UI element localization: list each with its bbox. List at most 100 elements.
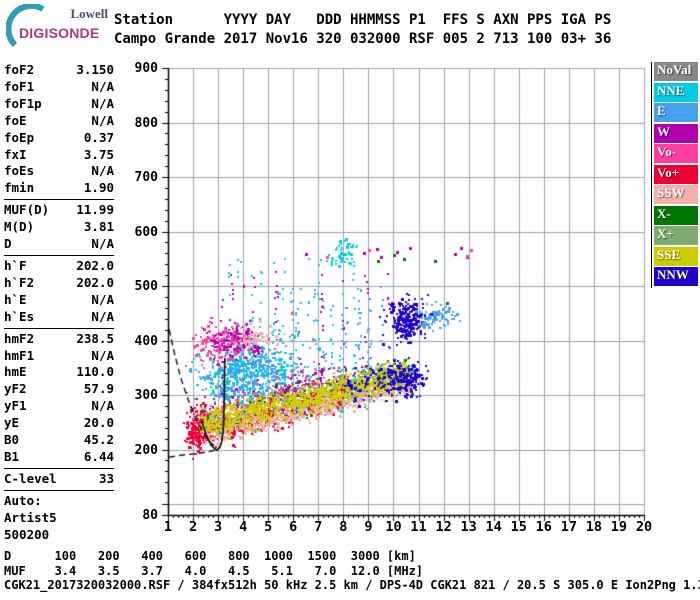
x-tick-label: 12 xyxy=(435,519,452,535)
panel-separator xyxy=(4,199,114,201)
x-tick-label: 17 xyxy=(560,519,577,535)
param-label: D xyxy=(4,236,12,252)
x-tick-label: 18 xyxy=(585,519,603,535)
x-tick-label: 14 xyxy=(485,519,502,535)
legend-item-e: E xyxy=(654,103,698,122)
param-row: B1 6.44 xyxy=(4,449,114,466)
param-value: N/A xyxy=(91,291,114,307)
legend-item-ssw: SSW xyxy=(654,185,698,204)
param-label: foE xyxy=(4,112,27,128)
param-label: fmin xyxy=(4,180,35,196)
param-row: yE 20.0 xyxy=(4,415,114,432)
param-label: foEs xyxy=(4,163,35,179)
param-label: B0 xyxy=(4,432,20,448)
param-row: fxI 3.75 xyxy=(4,147,114,164)
panel-separator xyxy=(4,327,114,329)
x-tick-label: 11 xyxy=(410,519,427,535)
param-row: hmF1 N/A xyxy=(4,348,114,365)
param-label: hmE xyxy=(4,364,27,380)
param-row: yF2 57.9 xyxy=(4,381,114,398)
param-row: h`Es N/A xyxy=(4,309,114,326)
param-row: hmF2 238.5 xyxy=(4,331,114,348)
param-row: h`E N/A xyxy=(4,292,114,309)
digisonde-ionogram-screen: Lowell DIGISONDE Station YYYY DAY DDD HH… xyxy=(0,0,700,600)
panel-footer-line: Artist5 xyxy=(4,509,57,525)
y-tick-label: 80 xyxy=(142,508,158,523)
panel-separator xyxy=(4,254,114,256)
legend-item-sse: SSE xyxy=(654,246,698,266)
param-value: 11.99 xyxy=(76,202,114,218)
param-row: B0 45.2 xyxy=(4,432,114,449)
x-tick-label: 7 xyxy=(314,519,323,535)
param-label: hmF1 xyxy=(4,347,35,363)
x-tick-label: 13 xyxy=(460,519,477,535)
param-label: hmF2 xyxy=(4,330,35,346)
y-tick-label: 700 xyxy=(134,170,158,186)
x-tick-label: 5 xyxy=(264,519,273,535)
param-row: foEs N/A xyxy=(4,163,114,180)
param-row: h`F2 202.0 xyxy=(4,275,114,292)
param-value: N/A xyxy=(91,95,114,111)
param-row: M(D) 3.81 xyxy=(4,219,114,236)
y-tick-label: 800 xyxy=(134,115,158,131)
legend-item-vo: Vo+ xyxy=(654,164,698,184)
param-row: D N/A xyxy=(4,236,114,253)
param-row: foF2 3.150 xyxy=(4,62,114,79)
y-tick-label: 400 xyxy=(134,333,158,349)
param-value: 20.0 xyxy=(83,415,114,431)
param-label: C-level xyxy=(4,470,57,486)
y-tick-label: 600 xyxy=(134,224,158,240)
param-label: foEp xyxy=(4,129,35,145)
legend-item-vo: Vo- xyxy=(654,144,698,163)
param-value: N/A xyxy=(91,163,114,179)
param-value: 202.0 xyxy=(76,257,114,273)
param-label: yF2 xyxy=(4,381,27,397)
x-tick-label: 10 xyxy=(385,519,402,535)
header-values-line: Campo Grande 2017 Nov16 320 032000 RSF 0… xyxy=(114,30,612,47)
param-label: yE xyxy=(4,415,20,431)
param-value: N/A xyxy=(91,78,114,94)
x-tick-label: 3 xyxy=(214,519,223,535)
x-tick-label: 2 xyxy=(188,519,198,535)
param-label: B1 xyxy=(4,448,20,464)
param-label: h`F2 xyxy=(4,274,35,290)
x-tick-label: 16 xyxy=(535,519,552,535)
param-value: 1.90 xyxy=(83,180,114,196)
muf-row: MUF 3.4 3.5 3.7 4.0 4.5 5.1 7.0 12.0 [MH… xyxy=(4,563,424,578)
param-value: 33 xyxy=(98,470,114,486)
legend-item-x: X+ xyxy=(654,226,698,245)
param-value: 3.81 xyxy=(83,219,114,235)
param-row: hmE 110.0 xyxy=(4,364,114,381)
legend-item-noval: NoVal xyxy=(654,62,698,81)
param-label: yF1 xyxy=(4,398,27,414)
y-tick-label: 300 xyxy=(134,388,158,404)
x-tick-label: 15 xyxy=(510,519,527,535)
param-value: 3.75 xyxy=(83,146,114,162)
header-columns-line: Station YYYY DAY DDD HHMMSS P1 FFS S AXN… xyxy=(114,12,612,28)
param-value: 110.0 xyxy=(76,364,114,380)
param-label: foF1 xyxy=(4,78,35,94)
param-label: h`F xyxy=(4,257,27,273)
param-row: foE N/A xyxy=(4,113,114,130)
param-row: yF1 N/A xyxy=(4,398,114,415)
param-row: C-level 33 xyxy=(4,471,114,488)
param-value: 57.9 xyxy=(83,381,114,397)
param-row: foF1 N/A xyxy=(4,79,114,96)
y-tick-label: 200 xyxy=(134,442,158,458)
param-label: MUF(D) xyxy=(4,202,50,218)
param-value: 202.0 xyxy=(76,274,114,290)
panel-separator xyxy=(4,489,114,491)
legend-item-w: W xyxy=(654,123,698,143)
distance-row: D 100 200 400 600 800 1000 1500 3000 [km… xyxy=(4,549,416,563)
legend-item-nne: NNE xyxy=(654,82,698,102)
param-label: foF2 xyxy=(4,62,35,77)
param-label: h`Es xyxy=(4,308,35,324)
param-row: fmin 1.90 xyxy=(4,180,114,197)
x-tick-label: 20 xyxy=(635,519,653,535)
param-value: N/A xyxy=(91,112,114,128)
param-value: N/A xyxy=(91,308,114,324)
param-value: N/A xyxy=(91,347,114,363)
legend-item-nnw: NNW xyxy=(654,267,698,286)
lowell-digisonde-logo: Lowell DIGISONDE xyxy=(6,4,112,50)
logo-digisonde-text: DIGISONDE xyxy=(19,25,100,41)
